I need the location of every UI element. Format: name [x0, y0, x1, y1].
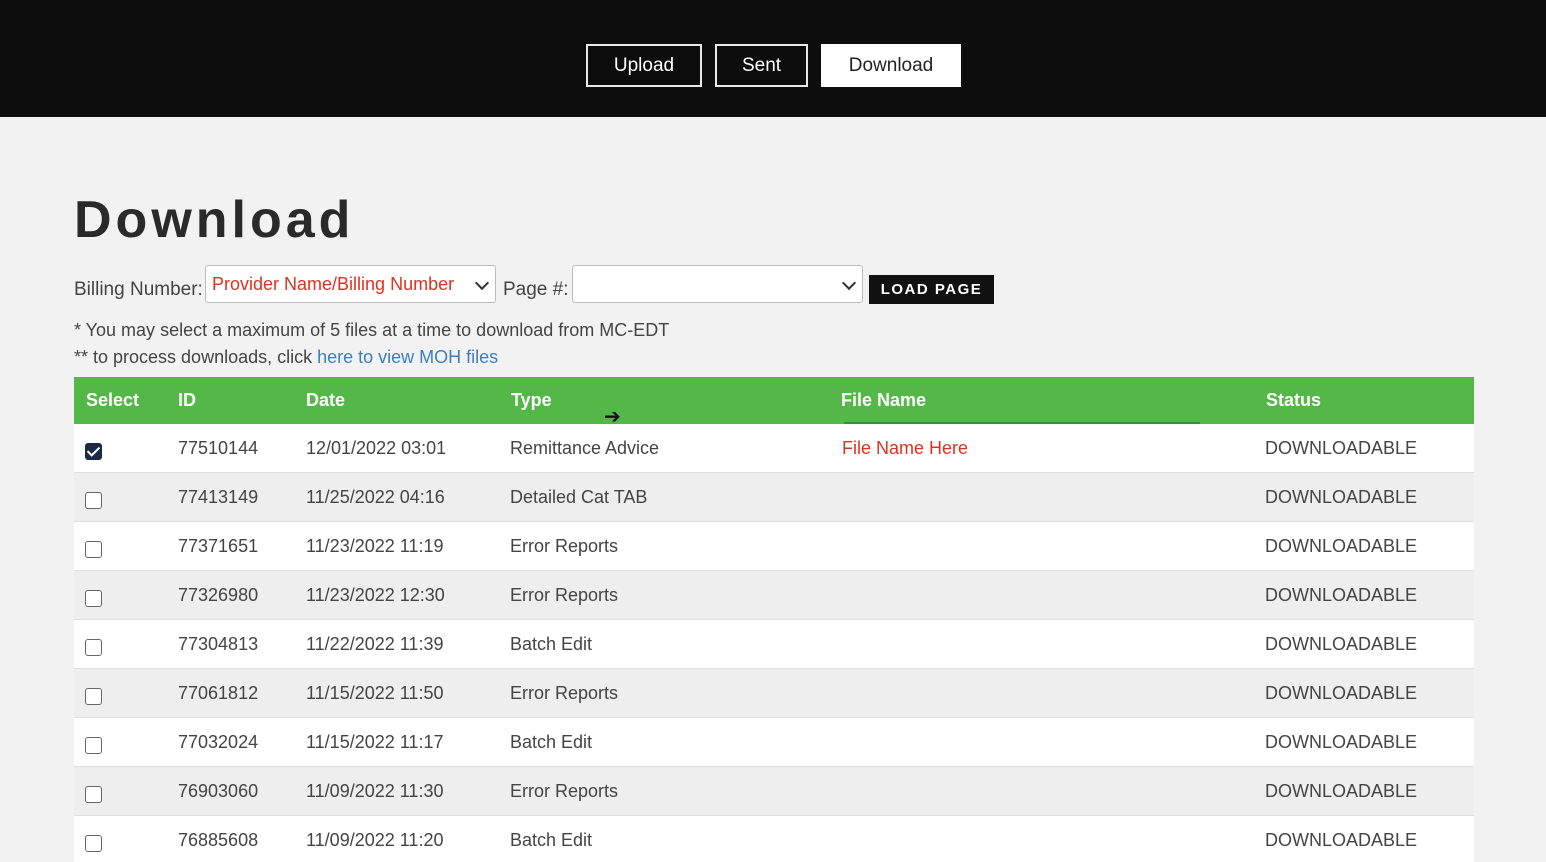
chevron-down-icon: [841, 275, 857, 291]
table-row: 76903060 11/09/2022 11:30 Error Reports DOW…: [74, 767, 1474, 816]
row-type: Batch Edit: [510, 830, 593, 850]
row-date: 11/15/2022 11:50: [306, 683, 444, 703]
row-id: 76903060: [178, 781, 259, 801]
billing-number-value: Provider Name/Billing Number: [212, 273, 455, 294]
table-row: 77510144 12/01/2022 03:01 Remittance Advic…: [74, 424, 1474, 473]
row-select-checkbox[interactable]: [85, 688, 102, 705]
table-row: 77061812 11/15/2022 11:50 Error Reports DOW…: [74, 669, 1474, 718]
row-select-checkbox[interactable]: [85, 443, 102, 460]
row-id: 77371651: [178, 536, 259, 556]
row-select-checkbox[interactable]: [85, 541, 102, 558]
row-status: DOWNLOADABLE: [1265, 487, 1418, 507]
row-file-name[interactable]: File Name Here: [842, 438, 968, 459]
upload-button[interactable]: Upload: [586, 44, 702, 87]
row-status: DOWNLOADABLE: [1265, 830, 1418, 850]
table-header: Select ID Date Type File Name Status: [74, 377, 1474, 424]
row-date: 11/23/2022 12:30: [306, 585, 445, 605]
row-status: DOWNLOADABLE: [1265, 634, 1418, 654]
table-row: 77371651 11/23/2022 11:19 Error Reports DOW…: [74, 522, 1474, 571]
top-nav-bar: Upload Sent Download: [0, 0, 1546, 117]
billing-number-label: Billing Number:: [74, 279, 203, 300]
max-files-note: * You may select a maximum of 5 files at…: [74, 320, 670, 340]
arrow-cursor-icon: ➔: [604, 406, 621, 428]
row-type: Remittance Advice: [510, 438, 660, 458]
row-type: Error Reports: [510, 536, 619, 556]
view-moh-files-link[interactable]: here to view MOH files: [317, 347, 498, 367]
row-date: 11/09/2022 11:30: [306, 781, 444, 801]
header-file-name: File Name: [841, 390, 927, 410]
row-id: 77326980: [178, 585, 259, 605]
row-date: 11/22/2022 11:39: [306, 634, 444, 654]
row-id: 77304813: [178, 634, 259, 654]
row-select-checkbox[interactable]: [85, 786, 102, 803]
sent-button[interactable]: Sent: [715, 44, 808, 87]
process-note-text: ** to process downloads, click: [74, 347, 318, 367]
header-select: Select: [86, 390, 140, 410]
row-type: Error Reports: [510, 683, 619, 703]
row-date: 12/01/2022 03:01: [306, 438, 447, 458]
table-row: 77326980 11/23/2022 12:30 Error Reports DOW…: [74, 571, 1474, 620]
row-date: 11/23/2022 11:19: [306, 536, 444, 556]
header-id: ID: [178, 390, 196, 410]
download-button[interactable]: Download: [821, 44, 961, 87]
header-date: Date: [306, 390, 346, 410]
page-number-select[interactable]: [572, 265, 863, 303]
row-status: DOWNLOADABLE: [1265, 536, 1418, 556]
row-date: 11/25/2022 04:16: [306, 487, 445, 507]
page-title: Download: [74, 191, 355, 249]
row-id: 77510144: [178, 438, 259, 458]
process-downloads-note: ** to process downloads, click here to v…: [74, 347, 498, 368]
load-page-button[interactable]: LOAD PAGE: [869, 275, 994, 304]
table-row: 76885608 11/09/2022 11:20 Batch Edit DOWNLO…: [74, 816, 1474, 862]
row-date: 11/15/2022 11:17: [306, 732, 444, 752]
row-type: Batch Edit: [510, 634, 593, 654]
row-id: 77061812: [178, 683, 259, 703]
table-row: 77413149 11/25/2022 04:16 Detailed Cat TAB…: [74, 473, 1474, 522]
row-status: DOWNLOADABLE: [1265, 585, 1418, 605]
row-type: Error Reports: [510, 781, 619, 801]
row-status: DOWNLOADABLE: [1265, 683, 1418, 703]
row-type: Batch Edit: [510, 732, 593, 752]
header-status: Status: [1266, 390, 1322, 410]
header-type: Type: [511, 390, 552, 410]
row-select-checkbox[interactable]: [85, 639, 102, 656]
row-type: Detailed Cat TAB: [510, 487, 648, 507]
row-select-checkbox[interactable]: [85, 737, 102, 754]
downloads-table: Select ID Date Type File Name Status 775…: [74, 377, 1474, 862]
row-id: 76885608: [178, 830, 259, 850]
row-status: DOWNLOADABLE: [1265, 781, 1418, 801]
row-type: Error Reports: [510, 585, 619, 605]
row-status: DOWNLOADABLE: [1265, 732, 1418, 752]
table-row: 77032024 11/15/2022 11:17 Batch Edit DOWNLO…: [74, 718, 1474, 767]
row-select-checkbox[interactable]: [85, 590, 102, 607]
row-date: 11/09/2022 11:20: [306, 830, 444, 850]
table-body: 77510144 12/01/2022 03:01 Remittance Advic…: [74, 424, 1474, 862]
row-select-checkbox[interactable]: [85, 835, 102, 852]
billing-number-select[interactable]: Provider Name/Billing Number: [205, 265, 496, 303]
chevron-down-icon: [474, 275, 490, 291]
table-row: 77304813 11/22/2022 11:39 Batch Edit DOWNLO…: [74, 620, 1474, 669]
row-id: 77032024: [178, 732, 259, 752]
row-id: 77413149: [178, 487, 259, 507]
page-number-label: Page #:: [503, 279, 569, 300]
row-select-checkbox[interactable]: [85, 492, 102, 509]
row-status: DOWNLOADABLE: [1265, 438, 1418, 458]
